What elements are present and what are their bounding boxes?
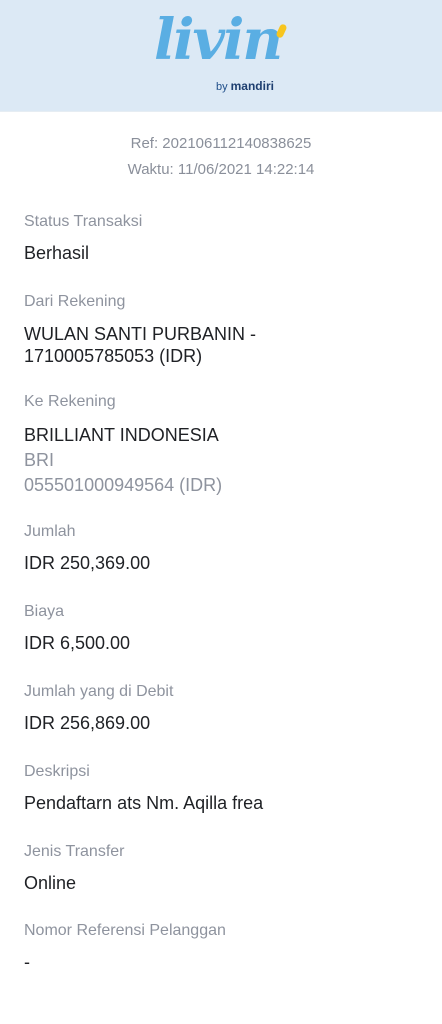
status-value: Berhasil (24, 243, 90, 263)
amount-label: Jumlah (24, 523, 76, 540)
logo-brand-text: mandiri (230, 79, 274, 93)
destination-bank: BRI (24, 450, 55, 470)
customer-reference-value: - (24, 952, 30, 972)
description-label: Deskripsi (24, 763, 90, 780)
customer-reference-label: Nomor Referensi Pelanggan (24, 922, 226, 939)
receipt-page: livin by mandiri Ref: 202106112140838625 … (0, 0, 442, 1024)
logo-by-text: by (216, 81, 228, 93)
header-banner: livin by mandiri (0, 0, 442, 112)
source-account-number: 1710005785053 (IDR) (24, 346, 203, 366)
status-label: Status Transaksi (24, 213, 143, 230)
transfer-type-label: Jenis Transfer (24, 843, 125, 860)
logo-wordmark: livin (154, 7, 283, 73)
transfer-type-value: Online (24, 873, 77, 893)
source-account-label: Dari Rekening (24, 293, 126, 310)
debited-amount-value: IDR 256,869.00 (24, 713, 151, 733)
destination-account-number: 055501000949564 (IDR) (24, 475, 223, 495)
amount-value: IDR 250,369.00 (24, 553, 151, 573)
logo-byline: by mandiri (216, 80, 274, 93)
fee-value: IDR 6,500.00 (24, 633, 131, 653)
livin-mandiri-logo: livin by mandiri (150, 7, 290, 98)
fee-label: Biaya (24, 603, 65, 620)
debited-amount-label: Jumlah yang di Debit (24, 683, 174, 700)
source-account-name: WULAN SANTI PURBANIN - (24, 324, 257, 344)
destination-account-label: Ke Rekening (24, 393, 116, 410)
destination-account-name: BRILLIANT INDONESIA (24, 425, 219, 445)
transaction-time: Waktu: 11/06/2021 14:22:14 (127, 161, 315, 178)
description-value: Pendaftarn ats Nm. Aqilla frea (24, 793, 264, 813)
reference-number: Ref: 202106112140838625 (130, 135, 312, 152)
